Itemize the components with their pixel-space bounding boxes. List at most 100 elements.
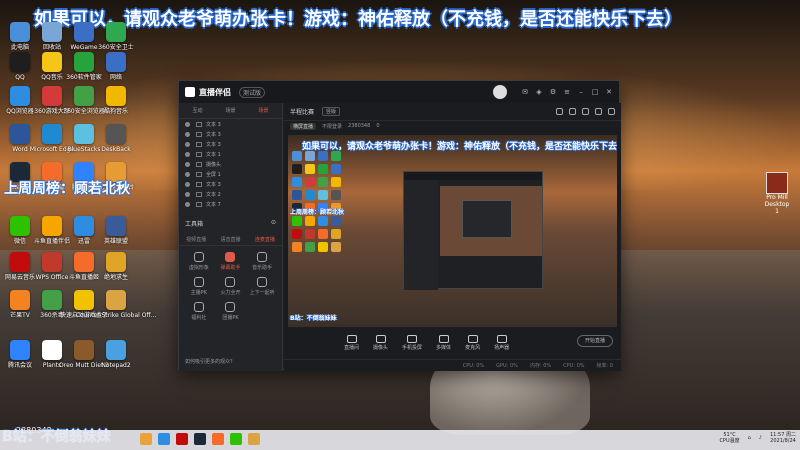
desktop-icon[interactable]: 微信 — [4, 216, 36, 245]
scene-tab-3[interactable]: 场景 — [258, 107, 268, 114]
scene-item[interactable]: 文本 2 — [179, 189, 282, 199]
stream-orientation-tag[interactable]: 竖版 — [322, 107, 341, 116]
desktop-icon[interactable]: 360安全浏览器 — [63, 86, 105, 115]
desktop-icon[interactable]: QQ — [4, 52, 36, 81]
toolbox-expand-icon[interactable]: ⊙ — [271, 219, 276, 228]
desktop-icon[interactable]: 斗鱼直播姬 — [68, 252, 100, 281]
toolbox-item[interactable]: 音乐助手 — [246, 252, 278, 271]
desktop-icon[interactable]: QQ浏览器 — [4, 86, 36, 115]
taskbar-app-icon[interactable] — [230, 433, 242, 445]
taskbar-app-icon[interactable] — [176, 433, 188, 445]
desktop-icon[interactable]: WPS Office — [36, 252, 68, 281]
scene-item[interactable]: 文本 3 — [179, 129, 282, 139]
toolbox-item[interactable]: 上下一起听 — [246, 277, 278, 296]
desktop-icon[interactable]: DeskBack — [100, 124, 132, 153]
desktop-icon[interactable]: 迅雷 — [68, 216, 100, 245]
stream-preview[interactable]: 如果可以，请观众老爷萌办张卡！游戏：神佑释放（不充钱，是否还能快乐下去） 上周周… — [288, 135, 617, 327]
toolbox-item[interactable]: 团播PK — [215, 302, 247, 321]
scene-item[interactable]: 全屏 1 — [179, 169, 282, 179]
toolbox-tab-voice[interactable]: 语音直播 — [220, 236, 240, 243]
desktop-icon[interactable]: 360安全卫士 — [98, 22, 134, 51]
desktop-icon[interactable]: 酷狗音乐 — [100, 86, 132, 115]
desktop-icon[interactable]: Counter-Strike Global Off... — [76, 290, 156, 319]
eye-icon[interactable] — [185, 141, 190, 147]
source-button[interactable]: 麦克风 — [465, 335, 480, 351]
source-button[interactable]: 扬声器 — [494, 335, 509, 351]
scene-item[interactable]: 文本 1 — [179, 149, 282, 159]
scene-tab-2[interactable]: 场景 — [225, 107, 235, 114]
desktop-icon[interactable]: BlueStacks — [68, 124, 101, 153]
start-stream-button[interactable]: 开始直播 — [577, 335, 613, 347]
message-icon[interactable]: ✉ — [521, 88, 529, 96]
gift-icon[interactable] — [556, 108, 563, 115]
source-button[interactable]: 摄像头 — [373, 335, 388, 351]
settings-icon[interactable]: ⚙ — [549, 88, 557, 96]
help-tip[interactable]: 如何吸引更多的观众？ — [185, 358, 235, 365]
desktop-icon[interactable]: 芒果TV — [4, 290, 36, 319]
scene-item[interactable]: 文本 7 — [179, 199, 282, 209]
taskbar-app-icon[interactable] — [194, 433, 206, 445]
settings-icon[interactable] — [608, 108, 615, 115]
toolbox-item[interactable]: 福利社 — [183, 302, 215, 321]
desktop-icon[interactable]: 腾讯会议 — [4, 340, 36, 369]
eye-icon[interactable] — [185, 121, 190, 127]
bell-icon[interactable] — [595, 108, 602, 115]
desktop-icon-right[interactable]: Pro Mill Desktop 1 — [762, 172, 792, 215]
volume-icon[interactable]: ♪ — [759, 435, 762, 441]
app-version-badge[interactable]: 测试版 — [239, 86, 266, 98]
scene-tab-1[interactable]: 互动 — [192, 107, 202, 114]
skin-icon[interactable]: ◈ — [535, 88, 543, 96]
close-icon[interactable]: ✕ — [605, 88, 613, 96]
eye-icon[interactable] — [185, 171, 190, 177]
source-button[interactable]: 直播间 — [344, 335, 359, 351]
toolbox-item[interactable]: 弹幕助手 — [215, 252, 247, 271]
desktop-icon[interactable]: 斗鱼直播伴侣 — [34, 216, 70, 245]
desktop-icon[interactable]: 网络 — [100, 52, 132, 81]
app-icon — [42, 290, 62, 310]
scene-item[interactable]: 文本 3 — [179, 139, 282, 149]
eye-icon[interactable] — [185, 181, 190, 187]
eye-icon[interactable] — [185, 151, 190, 157]
scene-item[interactable]: 文本 3 — [179, 119, 282, 129]
eye-icon[interactable] — [185, 131, 190, 137]
desktop-icon[interactable]: 绝地求生 — [100, 252, 132, 281]
desktop-icon[interactable]: 网易云音乐 — [4, 252, 36, 281]
source-button[interactable]: 多媒体 — [436, 335, 451, 351]
toolbox-tab-link[interactable]: 连麦直播 — [255, 236, 275, 243]
user-avatar[interactable] — [493, 85, 507, 99]
taskbar-app-icon[interactable] — [212, 433, 224, 445]
preview-app-icon — [292, 242, 302, 252]
toolbox-item[interactable]: 主播PK — [183, 277, 215, 296]
network-icon[interactable]: ⌂ — [748, 435, 751, 441]
taskbar-app-icon[interactable] — [248, 433, 260, 445]
eye-icon[interactable] — [185, 201, 190, 207]
desktop-icon[interactable]: 360软件管家 — [66, 52, 102, 81]
toolbox-item[interactable]: 虚拟形象 — [183, 252, 215, 271]
person-icon[interactable] — [582, 108, 589, 115]
source-button[interactable]: 手机投屏 — [402, 335, 422, 351]
desktop-icon[interactable]: 英雄联盟 — [100, 216, 132, 245]
desktop-icon[interactable]: Oreo Mutt Diet 3 — [59, 340, 109, 369]
toolbox-item[interactable]: 火力全开 — [215, 277, 247, 296]
desktop-icon[interactable]: Notepad2 — [100, 340, 132, 369]
clock[interactable]: 11:57 周二 2021/8/24 — [770, 432, 796, 444]
eye-icon[interactable] — [185, 161, 190, 167]
stream-mode-pill[interactable]: 横屏直播 — [290, 122, 317, 130]
minimize-icon[interactable]: – — [577, 88, 585, 96]
maximize-icon[interactable]: □ — [591, 88, 599, 96]
toolbox-tab-video[interactable]: 视频直播 — [186, 236, 206, 243]
desktop-icon[interactable]: QQ音乐 — [36, 52, 68, 81]
menu-icon[interactable]: ≡ — [563, 88, 571, 96]
eye-icon[interactable] — [185, 191, 190, 197]
taskbar-app-icon[interactable] — [140, 433, 152, 445]
desktop-icon[interactable]: Microsoft Edge — [30, 124, 74, 153]
app-icon — [74, 22, 94, 42]
taskbar-app-icon[interactable] — [158, 433, 170, 445]
desktop-icon[interactable]: WeGame — [68, 22, 100, 51]
desktop-icon[interactable]: 此电脑 — [4, 22, 36, 51]
desktop-icon[interactable]: 回收站 — [36, 22, 68, 51]
scene-item[interactable]: 文本 3 — [179, 179, 282, 189]
shop-icon[interactable] — [569, 108, 576, 115]
scene-item[interactable]: 摄像头 — [179, 159, 282, 169]
source-icon — [467, 335, 478, 343]
